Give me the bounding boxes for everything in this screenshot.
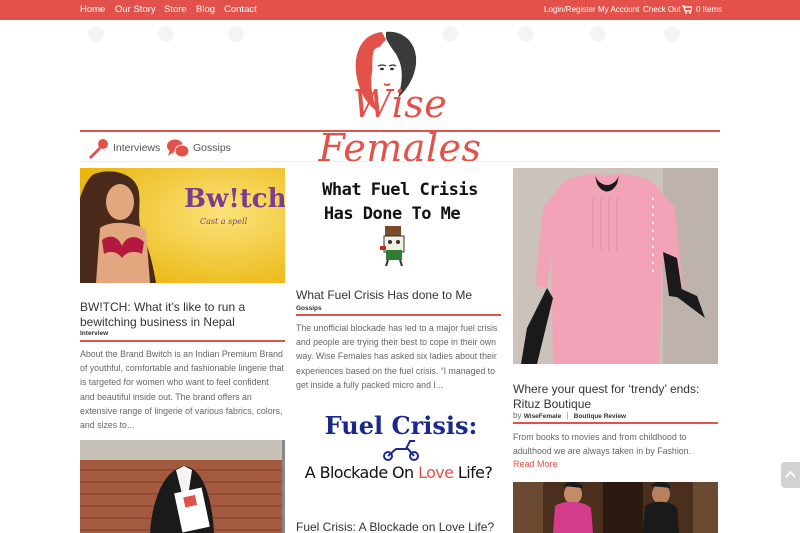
cart-icon[interactable] [682,5,692,14]
post-title-bwitch[interactable]: BW!TCH: What it’s like to run a bewitchi… [80,300,280,330]
nav-blog[interactable]: Blog [196,4,215,15]
microphone-icon [89,139,108,159]
post-image-blockade[interactable]: Fuel Crisis: A Blockade On Love Life? [296,405,501,503]
post-image-ritu-boutique[interactable] [513,168,718,364]
post-author-link[interactable]: WiseFemale [524,413,562,420]
nav-check-out[interactable]: Check Out [643,5,681,14]
post-divider-bwitch [80,340,285,342]
post-title-fuel-crisis[interactable]: What Fuel Crisis Has done to Me [296,288,501,303]
post-title-blockade[interactable]: Fuel Crisis: A Blockade on Love Life? [296,520,501,533]
nav-login-register[interactable]: Login/Register [544,5,596,14]
read-more-link[interactable]: Read More [513,459,558,469]
pink-kurta-image [513,168,718,364]
post-meta-bwitch[interactable]: Interview [80,330,108,337]
scooter-icon [383,440,419,461]
speech-bubbles-icon [167,139,190,158]
site-logo[interactable]: Wise Females [260,24,540,170]
category-interviews[interactable]: Interviews [86,137,162,161]
post-image-bwitch[interactable]: Bw!tch Cast a spell [80,168,285,283]
post-title-ritu-boutique[interactable]: Where your quest for ‘trendy’ ends: Ritu… [513,382,723,412]
top-navigation-bar: Home Our Story Store Blog Contact Login/… [0,0,800,20]
category-gossips-label: Gossips [193,142,231,154]
post-divider-ritu-boutique [513,422,718,424]
post-image-interview-2[interactable] [80,440,285,533]
blockade-image-line-1: Fuel Crisis: [324,411,478,440]
fuel-image-line-2: Has Done To Me [323,204,461,224]
blockade-image-line-2: A Blockade On Love Life? [304,463,493,482]
cart-items-link[interactable]: 0 Items [696,5,722,14]
woman-with-book-image [80,440,285,533]
post-meta-fuel-crisis[interactable]: Gossips [296,305,322,312]
post-divider-fuel-crisis [296,314,501,316]
scroll-to-top-button[interactable] [781,462,800,488]
nav-my-account[interactable]: My Account [598,5,639,14]
header-divider [80,130,720,132]
post-image-women-temple[interactable] [513,482,718,533]
post-category-link[interactable]: Boutique Review [574,413,626,420]
category-divider [80,161,720,162]
post-excerpt-fuel-crisis: The unofficial blockade has led to a maj… [296,323,498,390]
nav-contact[interactable]: Contact [224,4,257,15]
nav-store[interactable]: Store [164,4,187,15]
fuel-image-line-1: What Fuel Crisis [322,180,478,200]
chevron-up-icon [785,470,796,478]
nav-home[interactable]: Home [80,4,105,15]
post-excerpt-bwitch: About the Brand Bwitch is an Indian Prem… [80,349,284,431]
post-excerpt-ritu-boutique: From books to movies and from childhood … [513,432,691,457]
bwitch-tagline: Cast a spell [200,217,248,226]
post-meta-ritu-boutique: by WiseFemale | Boutique Review [513,411,627,420]
post-image-fuel-crisis[interactable]: What Fuel Crisis Has Done To Me [296,168,501,274]
nav-our-story[interactable]: Our Story [115,4,156,15]
women-traditional-attire-image [513,482,718,533]
cartoon-character-icon [380,226,405,267]
category-gossips[interactable]: Gossips [166,137,232,161]
logo-wordmark: Wise Females [318,82,482,170]
bwitch-brand-text: Bw!tch [184,184,285,214]
category-interviews-label: Interviews [113,142,161,154]
